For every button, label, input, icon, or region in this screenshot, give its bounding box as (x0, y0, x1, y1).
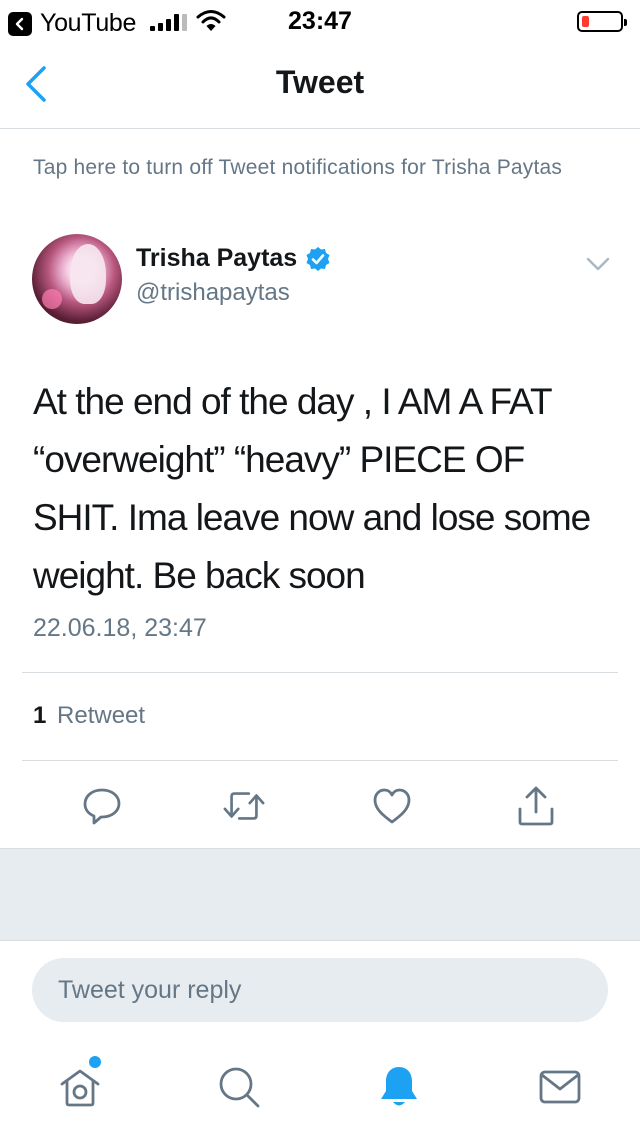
tweet-actions (0, 770, 640, 840)
like-button[interactable] (370, 784, 414, 828)
divider (22, 760, 618, 761)
author-handle[interactable]: @trishapaytas (136, 279, 290, 307)
retweet-icon (223, 792, 265, 820)
page-title: Tweet (275, 64, 365, 100)
author-name: Trisha Paytas (136, 244, 298, 272)
author-name-row[interactable]: Trisha Paytas (136, 244, 331, 273)
status-bar: YouTube 23:47 (0, 0, 640, 40)
tab-notifications[interactable] (374, 1062, 424, 1112)
home-icon (60, 1069, 100, 1107)
battery-level-fill (582, 16, 590, 27)
heart-icon (373, 788, 411, 824)
chevron-down-icon[interactable] (584, 255, 612, 273)
status-time: 23:47 (288, 7, 352, 35)
retweet-count: 1 (33, 702, 47, 729)
tweet-text: At the end of the day , I AM A FAT “over… (33, 381, 591, 596)
tab-search[interactable] (214, 1062, 264, 1112)
retweet-button[interactable] (222, 784, 266, 828)
retweet-stats[interactable]: 1 Retweet (33, 702, 145, 730)
envelope-icon (539, 1070, 581, 1104)
navigation-bar: Tweet (0, 40, 640, 129)
retweet-label: Retweet (57, 702, 146, 729)
replies-area (0, 848, 640, 941)
tab-messages[interactable] (535, 1062, 585, 1112)
share-icon (518, 786, 554, 826)
bell-icon (381, 1067, 417, 1106)
share-button[interactable] (514, 784, 558, 828)
notifications-banner[interactable]: Tap here to turn off Tweet notifications… (33, 156, 613, 180)
reply-bubble-icon (83, 788, 121, 825)
reply-input[interactable]: Tweet your reply (32, 958, 608, 1022)
divider (22, 672, 618, 673)
new-content-indicator (89, 1056, 101, 1068)
tweet-timestamp: 22.06.18, 23:47 (33, 614, 207, 642)
verified-badge-icon (306, 246, 330, 271)
reply-button[interactable] (80, 784, 124, 828)
search-icon (219, 1067, 260, 1108)
battery-icon (577, 11, 627, 32)
tab-bar (0, 1040, 640, 1136)
avatar[interactable] (32, 234, 122, 324)
tab-home[interactable] (55, 1062, 105, 1112)
